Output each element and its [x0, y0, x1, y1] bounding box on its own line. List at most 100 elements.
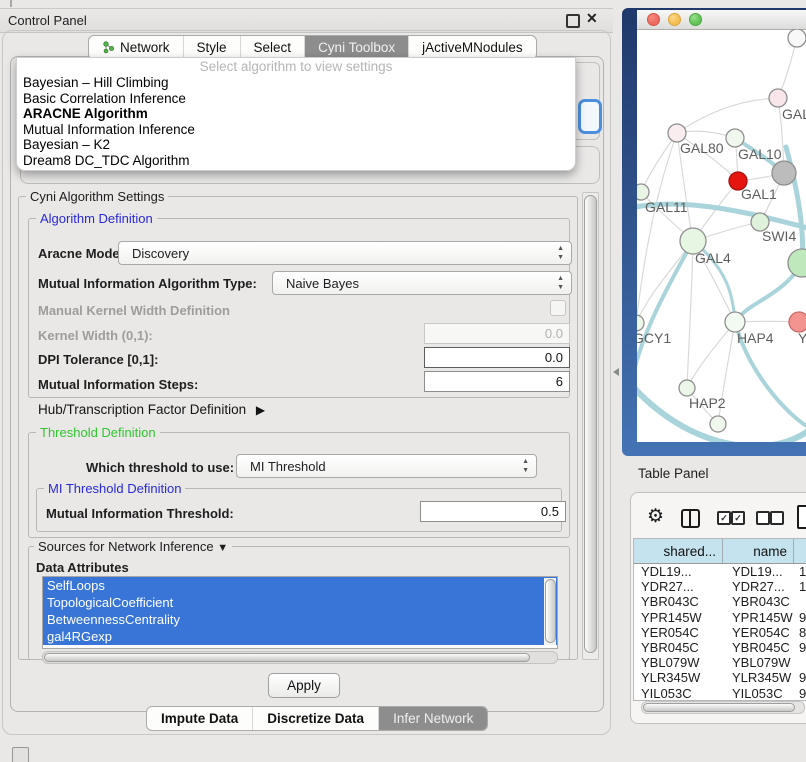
- stepper-arrows-icon: ▲▼: [557, 244, 564, 262]
- node-label: GAL10: [738, 146, 782, 162]
- tab-style[interactable]: Style: [184, 36, 241, 59]
- algorithm-option[interactable]: Bayesian – K2: [17, 137, 575, 153]
- table-row[interactable]: YBR043CYBR043C: [634, 594, 806, 609]
- attribute-item[interactable]: gal4RGexp: [43, 628, 557, 645]
- scrollbar-thumb[interactable]: [584, 195, 597, 653]
- mi-steps-field[interactable]: 6: [424, 371, 570, 392]
- tab-jactivemnodules[interactable]: jActiveMNodules: [409, 36, 536, 59]
- float-panel-icon[interactable]: [566, 14, 580, 28]
- network-nodes: GALGAL80GAL10GAL1GAL11SWI4GAL4GCY1HAP4YH…: [637, 29, 806, 432]
- algorithm-option[interactable]: ARACNE Algorithm: [17, 106, 575, 122]
- algorithm-option[interactable]: Dream8 DC_TDC Algorithm: [17, 153, 575, 169]
- tab-label: jActiveMNodules: [422, 40, 523, 55]
- columns-icon[interactable]: [681, 509, 700, 528]
- minimize-window-icon[interactable]: [668, 13, 681, 26]
- splitter-arrow-icon[interactable]: [613, 368, 619, 376]
- node-label: GAL80: [680, 140, 724, 156]
- algorithm-list: Bayesian – Hill ClimbingBasic Correlatio…: [17, 75, 575, 169]
- tab-network[interactable]: Network: [89, 36, 184, 59]
- table-row[interactable]: YDR27...YDR27...12: [634, 579, 806, 594]
- column-header-partial[interactable]: [794, 539, 806, 563]
- manual-kernel-checkbox[interactable]: [550, 300, 566, 316]
- network-node-gray-node[interactable]: [772, 161, 796, 185]
- table-cell: YPR145W: [634, 610, 723, 625]
- hub-definition-toggle[interactable]: Hub/Transcription Factor Definition ▶: [38, 402, 259, 417]
- table-row[interactable]: YDL19...YDL19...13: [634, 564, 806, 579]
- tab-label: Infer Network: [393, 711, 473, 726]
- deselect-all-icon[interactable]: [770, 511, 784, 525]
- network-node[interactable]: [788, 29, 806, 47]
- algorithm-option[interactable]: Bayesian – Hill Climbing: [17, 75, 575, 91]
- network-node[interactable]: [710, 416, 726, 432]
- column-header-name[interactable]: name: [723, 539, 794, 563]
- attribute-item[interactable]: TopologicalCoefficient: [43, 594, 557, 611]
- table-cell: YBR043C: [723, 594, 794, 609]
- sources-group-title[interactable]: Sources for Network Inference ▼: [34, 539, 232, 554]
- focused-button-fragment[interactable]: [578, 99, 602, 134]
- table-header-row: shared... name: [634, 539, 806, 564]
- network-node-salmon-node[interactable]: [789, 312, 806, 332]
- data-attributes-list[interactable]: SelfLoopsTopologicalCoefficientBetweenne…: [42, 576, 558, 649]
- table-horizontal-scrollbar[interactable]: [641, 701, 805, 714]
- table-row[interactable]: YIL053CYIL053C9.: [634, 686, 806, 701]
- algorithm-option[interactable]: Mutual Information Inference: [17, 122, 575, 138]
- network-window-titlebar[interactable]: [637, 10, 806, 30]
- network-node-gal10[interactable]: [726, 129, 744, 147]
- close-panel-icon[interactable]: ✕: [586, 10, 598, 27]
- mi-type-select[interactable]: Naive Bayes ▲▼: [272, 271, 572, 295]
- tab-impute-data[interactable]: Impute Data: [147, 707, 253, 730]
- network-node-gal7-partial[interactable]: [769, 89, 787, 107]
- select-all-icon[interactable]: ✓: [717, 511, 731, 525]
- table-row[interactable]: YBL079WYBL079W: [634, 655, 806, 670]
- gear-icon[interactable]: ⚙: [647, 507, 664, 526]
- tab-select[interactable]: Select: [241, 36, 306, 59]
- table-row[interactable]: YLR345WYLR345W9.: [634, 670, 806, 685]
- attributes-vertical-scrollbar[interactable]: [544, 578, 556, 645]
- table-row[interactable]: YER054CYER054C8.: [634, 625, 806, 640]
- node-label: Y: [798, 330, 806, 346]
- stepper-arrows-icon: ▲▼: [557, 274, 564, 292]
- expand-right-icon: ▶: [256, 403, 265, 417]
- close-window-icon[interactable]: [647, 13, 660, 26]
- settings-vertical-scrollbar[interactable]: [582, 192, 599, 660]
- kernel-width-label: Kernel Width (0,1):: [38, 328, 153, 343]
- attribute-item[interactable]: SelfLoops: [43, 577, 557, 594]
- kernel-width-field[interactable]: 0.0: [424, 323, 570, 344]
- table-row[interactable]: YBR045CYBR045C9.: [634, 640, 806, 655]
- scrollbar-thumb[interactable]: [545, 579, 556, 643]
- network-node-hap2[interactable]: [679, 380, 695, 396]
- scrollbar-thumb[interactable]: [643, 703, 795, 712]
- settings-horizontal-scrollbar[interactable]: [42, 651, 558, 664]
- zoom-window-icon[interactable]: [689, 13, 702, 26]
- table-cell: YBR045C: [634, 640, 723, 655]
- network-node-hap4[interactable]: [725, 312, 745, 332]
- aracne-mode-select[interactable]: Discovery ▲▼: [118, 241, 572, 265]
- table-cell: YLR345W: [723, 670, 794, 685]
- node-label: HAP2: [689, 395, 726, 411]
- column-header-shared-name[interactable]: shared...: [634, 539, 723, 563]
- which-threshold-select[interactable]: MI Threshold ▲▼: [236, 454, 537, 478]
- table-cell: YDR27...: [723, 579, 794, 594]
- select-all-icon[interactable]: ✓: [731, 511, 745, 525]
- deselect-all-icon[interactable]: [756, 511, 770, 525]
- tab-discretize-data[interactable]: Discretize Data: [253, 707, 379, 730]
- table-cell: YIL053C: [723, 686, 794, 701]
- apply-button[interactable]: Apply: [268, 673, 340, 698]
- table-row[interactable]: YPR145WYPR145W9.: [634, 610, 806, 625]
- tab-infer-network[interactable]: Infer Network: [379, 707, 487, 730]
- dpi-tolerance-field[interactable]: 0.0: [424, 347, 570, 368]
- algorithm-option[interactable]: Basic Correlation Inference: [17, 91, 575, 107]
- table-cell: 9.: [794, 610, 806, 625]
- network-node-gcy1[interactable]: [637, 315, 644, 331]
- network-node-big-green[interactable]: [788, 249, 806, 277]
- table-body: YDL19...YDL19...13YDR27...YDR27...12YBR0…: [634, 564, 806, 701]
- attribute-item[interactable]: BetweennessCentrality: [43, 611, 557, 628]
- mi-threshold-field[interactable]: 0.5: [420, 501, 566, 522]
- network-node-gal11[interactable]: [637, 184, 649, 200]
- collapsed-panel-icon[interactable]: [12, 747, 29, 762]
- scrollbar-thumb[interactable]: [44, 653, 530, 662]
- tab-cyni-toolbox[interactable]: Cyni Toolbox: [305, 36, 409, 59]
- network-canvas[interactable]: GALGAL80GAL10GAL1GAL11SWI4GAL4GCY1HAP4YH…: [637, 29, 806, 442]
- page-icon[interactable]: [797, 505, 806, 529]
- tab-label: Discretize Data: [267, 711, 364, 726]
